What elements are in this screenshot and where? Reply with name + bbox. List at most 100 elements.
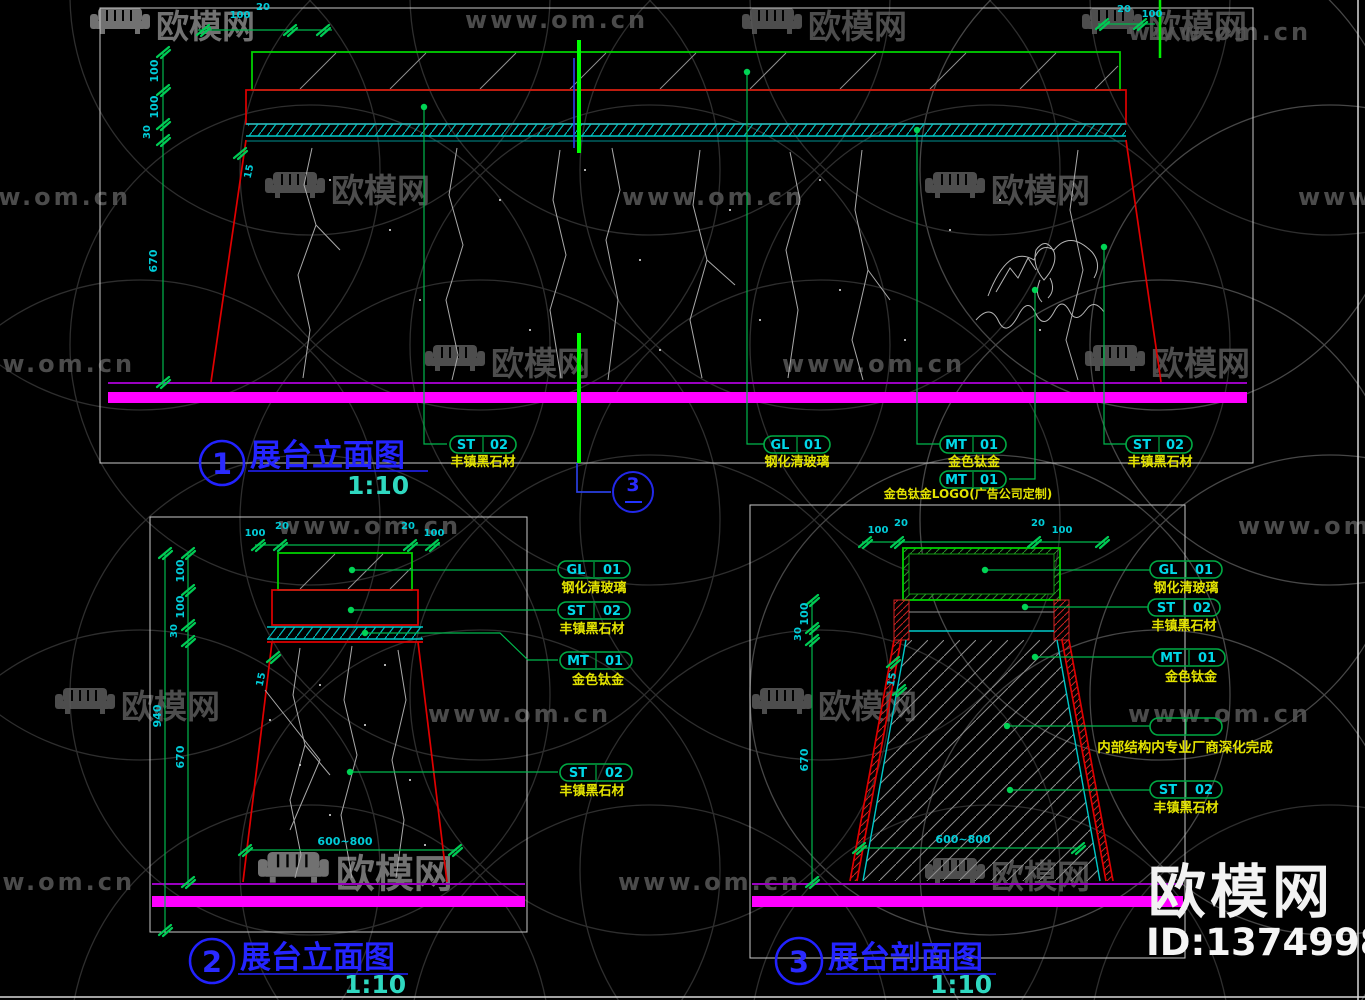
- sofa-logo-watermark: 欧模网: [264, 171, 430, 210]
- svg-text:ST: ST: [1157, 601, 1175, 616]
- material-tag-mt01: MT 01: [559, 651, 633, 670]
- svg-text:600~800: 600~800: [317, 835, 372, 848]
- sofa-logo-watermark: 欧模网: [1084, 344, 1250, 383]
- floor-lines: [752, 883, 1183, 907]
- svg-text:20: 20: [1117, 4, 1131, 15]
- url-watermark: www.om.cn: [1238, 512, 1365, 540]
- svg-text:20: 20: [401, 521, 415, 532]
- url-watermark: www.om.cn: [0, 868, 135, 896]
- svg-text:MT: MT: [945, 473, 967, 488]
- material-tag-st02: ST 02: [1147, 598, 1221, 617]
- gold-band: [267, 626, 423, 643]
- material-tag-st02: ST 02: [557, 601, 631, 620]
- material-tag-gl01: GL 01: [1149, 560, 1223, 579]
- glass-box-section: [902, 547, 1061, 601]
- svg-text:02: 02: [1193, 601, 1211, 616]
- material-name: 金色钛金: [947, 454, 1001, 470]
- material-tag-mt01: MT 01: [939, 435, 1007, 454]
- section-marker-number: 3: [626, 474, 639, 496]
- material-tag-st02: ST 02: [449, 435, 517, 454]
- stone-band: [271, 589, 419, 626]
- drawing-scale: 1:10: [344, 970, 406, 999]
- title-drawing-2: 2 展台立面图 1:10: [188, 937, 408, 999]
- url-watermark: www.om.cn: [465, 6, 648, 34]
- svg-text:100: 100: [230, 10, 251, 21]
- svg-text:20: 20: [894, 518, 908, 529]
- svg-text:欧模网: 欧模网: [331, 171, 430, 210]
- cad-sheet: 欧模网 欧模网 欧模网 欧模网 欧模网 欧模网 欧模网 欧模网 欧模网 欧模: [0, 0, 1365, 1000]
- sofa-icon: [264, 171, 326, 199]
- svg-text:940: 940: [151, 704, 164, 727]
- material-name: 钢化清玻璃: [1153, 580, 1218, 596]
- svg-text:02: 02: [490, 438, 508, 453]
- svg-text:02: 02: [605, 766, 623, 781]
- svg-text:欧模网: 欧模网: [808, 7, 907, 46]
- url-watermark: www.om.cn: [0, 183, 131, 211]
- material-tag-st02: ST 02: [1149, 780, 1223, 799]
- drawing-scale: 1:10: [347, 471, 409, 500]
- sofa-logo-watermark: 欧模网: [741, 7, 907, 46]
- svg-text:MT: MT: [567, 654, 589, 669]
- material-name: 丰镇黑石材: [450, 454, 515, 470]
- cad-canvas: 欧模网 欧模网 欧模网 欧模网 欧模网 欧模网 欧模网 欧模网 欧模网 欧模: [0, 0, 1365, 1000]
- svg-text:01: 01: [980, 473, 998, 488]
- material-tag-gl01: GL 01: [557, 560, 631, 579]
- title-drawing-3: 3 展台剖面图 1:10: [774, 936, 996, 999]
- svg-text:100: 100: [148, 59, 161, 82]
- svg-text:ST: ST: [1133, 438, 1151, 453]
- material-tag-mt01-logo: MT 01: [939, 470, 1007, 489]
- svg-text:ST: ST: [567, 604, 585, 619]
- url-watermark: www.om.cn: [1298, 183, 1365, 211]
- svg-text:15: 15: [886, 672, 899, 688]
- sofa-logo-watermark: 欧模网: [424, 344, 590, 383]
- svg-text:欧模网: 欧模网: [1151, 344, 1250, 383]
- svg-text:MT: MT: [1160, 651, 1182, 666]
- stone-band: [245, 89, 1127, 125]
- svg-text:01: 01: [980, 438, 998, 453]
- svg-text:30: 30: [793, 627, 804, 641]
- sofa-icon: [1084, 344, 1146, 372]
- material-name: 金色钛金: [1164, 669, 1218, 685]
- sofa-icon: [54, 687, 116, 715]
- watermark-layer: 欧模网 欧模网 欧模网 欧模网 欧模网 欧模网 欧模网 欧模网 欧模网 欧模: [0, 6, 1365, 897]
- sofa-icon: [256, 850, 330, 884]
- drawing-1-elevation: 3 ST 02 丰镇黑石材 GL 01 钢化清玻璃 MT 01 金色钛金 ST …: [99, 0, 1254, 513]
- site-brand: 欧模网 ID:1374998: [1146, 858, 1365, 964]
- svg-text:30: 30: [142, 125, 153, 139]
- svg-text:670: 670: [147, 249, 160, 272]
- svg-text:02: 02: [1195, 783, 1213, 798]
- svg-text:01: 01: [1195, 563, 1213, 578]
- svg-text:100: 100: [1142, 9, 1163, 20]
- svg-text:欧模网: 欧模网: [491, 344, 590, 383]
- material-name: 钢化清玻璃: [764, 454, 829, 470]
- sofa-icon: [924, 171, 986, 199]
- material-tag-mt01: MT 01: [1152, 648, 1226, 667]
- etched-logo-art: [975, 240, 1105, 329]
- svg-text:GL: GL: [771, 438, 790, 453]
- title-drawing-1: 1 展台立面图 1:10: [198, 438, 428, 500]
- url-watermark: www.om.cn: [618, 868, 801, 896]
- url-watermark: www.om.cn: [1128, 700, 1311, 728]
- svg-text:100: 100: [868, 525, 889, 536]
- svg-text:01: 01: [605, 654, 623, 669]
- title-number: 1: [212, 447, 232, 481]
- svg-text:100: 100: [798, 602, 811, 625]
- material-name: 丰镇黑石材: [1127, 454, 1192, 470]
- sheet-frame: [0, 0, 1365, 1000]
- url-watermark: www.om.cn: [782, 350, 965, 378]
- sofa-logo-watermark: 欧模网: [256, 850, 453, 897]
- svg-text:100: 100: [424, 528, 445, 539]
- internal-structure-note: 内部结构内专业厂商深化完成: [1097, 739, 1273, 756]
- svg-text:20: 20: [275, 521, 289, 532]
- background-arc-pattern: [0, 0, 1365, 1000]
- svg-text:01: 01: [1198, 651, 1216, 666]
- svg-text:100: 100: [174, 559, 187, 582]
- svg-text:670: 670: [798, 748, 811, 771]
- svg-text:02: 02: [1166, 438, 1184, 453]
- svg-text:ST: ST: [569, 766, 587, 781]
- url-watermark: www.om.cn: [428, 700, 611, 728]
- svg-text:MT: MT: [945, 438, 967, 453]
- svg-text:20: 20: [256, 2, 270, 13]
- svg-text:01: 01: [804, 438, 822, 453]
- material-name: 金色钛金: [571, 672, 625, 688]
